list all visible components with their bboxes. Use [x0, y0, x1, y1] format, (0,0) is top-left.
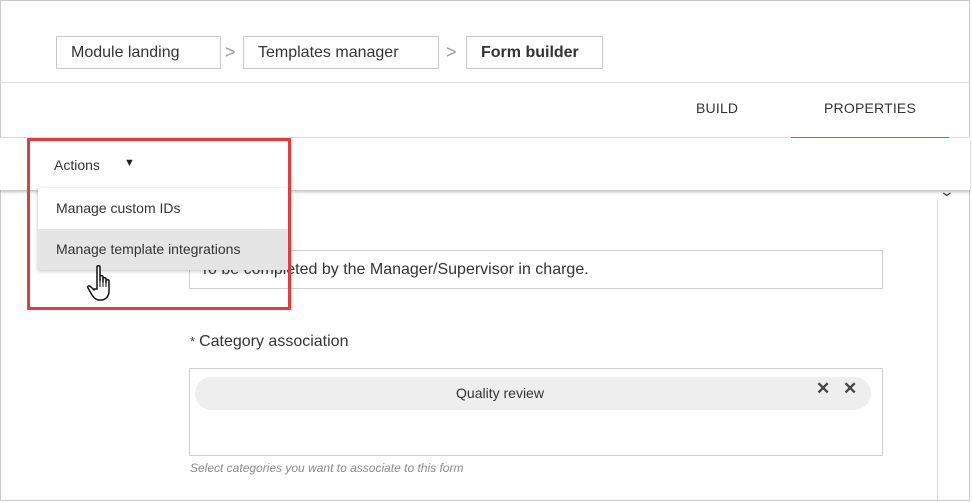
- category-hint: Select categories you want to associate …: [190, 461, 464, 475]
- required-marker: *: [190, 334, 196, 349]
- tab-build[interactable]: BUILD: [696, 100, 738, 116]
- hand-pointer-icon: [87, 265, 110, 301]
- tab-properties[interactable]: PROPERTIES: [824, 100, 916, 116]
- divider: [0, 82, 970, 83]
- highlight-box: [27, 138, 291, 310]
- breadcrumb-form-builder: Form builder: [466, 36, 603, 69]
- clear-all-icon[interactable]: ✕: [843, 379, 857, 399]
- breadcrumb-separator-icon: >: [446, 42, 457, 62]
- divider: [937, 200, 938, 500]
- chevron-down-icon[interactable]: ⌄: [939, 183, 955, 200]
- description-field[interactable]: To be completed by the Manager/Superviso…: [189, 250, 883, 289]
- category-label-text: Category association: [199, 333, 349, 350]
- breadcrumb-templates-manager[interactable]: Templates manager: [243, 36, 439, 69]
- category-chip: Quality review ✕ ✕: [195, 377, 871, 410]
- breadcrumb-module-landing[interactable]: Module landing: [56, 36, 221, 69]
- breadcrumb-separator-icon: >: [225, 42, 236, 62]
- category-association-label: * Category association: [190, 333, 348, 351]
- category-chip-label: Quality review: [456, 385, 544, 401]
- remove-chip-icon[interactable]: ✕: [816, 379, 830, 399]
